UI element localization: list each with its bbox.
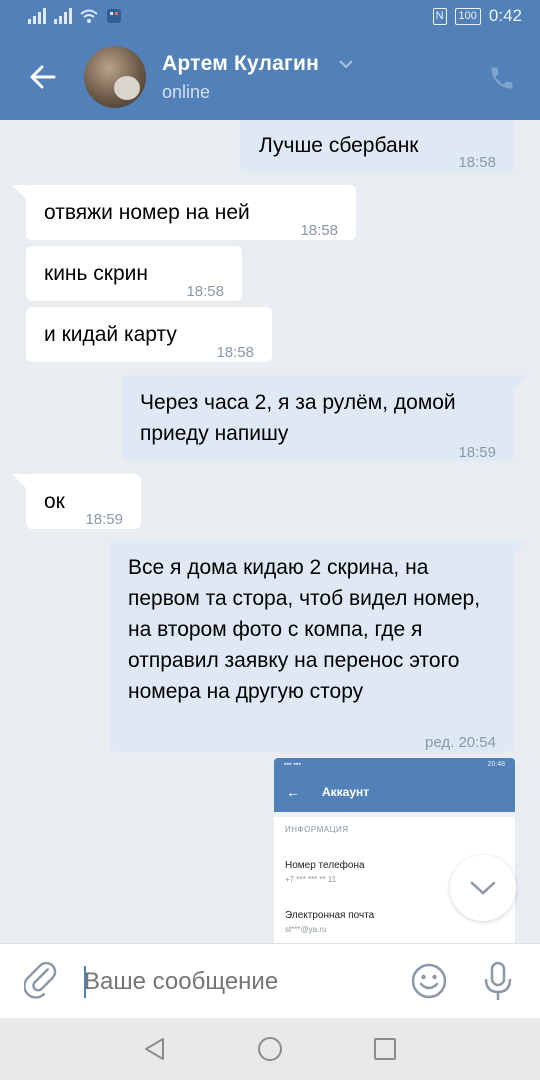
preview-title: Аккаунт (322, 785, 370, 799)
message-time: 18:58 (458, 154, 496, 171)
message-time: ред. 20:54 (425, 734, 496, 751)
status-bar: N 100 0:42 (0, 0, 540, 36)
message-time: 18:59 (458, 444, 496, 461)
message-text: Через часа 2, я за рулём, домой приеду н… (140, 391, 456, 445)
preview-section-heading: ИНФОРМАЦИЯ (285, 825, 349, 834)
system-navigation-bar (0, 1018, 540, 1080)
message-bubble[interactable]: Через часа 2, я за рулём, домой приеду н… (122, 375, 528, 461)
message-bubble[interactable]: ок 18:59 (12, 474, 141, 529)
message-composer (0, 943, 540, 1018)
preview-statusbar: ▪▪▪ ▪▪▪ 20:48 (274, 758, 515, 772)
app-notification-icon (107, 9, 121, 23)
back-arrow-icon[interactable] (28, 62, 58, 92)
message-bubble[interactable]: кинь скрин 18:58 (26, 246, 242, 301)
preview-time: 20:48 (487, 761, 505, 768)
message-time: 18:59 (85, 511, 123, 528)
paperclip-icon[interactable] (24, 962, 60, 1002)
avatar[interactable] (84, 46, 146, 108)
message-input[interactable] (84, 962, 384, 1002)
nfc-icon: N (432, 7, 447, 25)
message-bubble[interactable]: Лучше сбербанк 18:58 (240, 120, 514, 173)
clock: 0:42 (488, 6, 522, 25)
scroll-down-icon (470, 881, 496, 895)
scroll-down-button[interactable] (450, 855, 516, 921)
nav-back-icon[interactable] (142, 1036, 168, 1062)
message-text: кинь скрин (44, 262, 148, 285)
preview-back-icon: ← (286, 784, 300, 800)
message-text: и кидай карту (44, 323, 177, 346)
nav-home-icon[interactable] (257, 1036, 283, 1062)
wifi-icon (80, 9, 98, 23)
message-time: 18:58 (300, 222, 338, 239)
mic-icon[interactable] (482, 960, 514, 1002)
status-right: N 100 0:42 (432, 6, 522, 26)
signal-indicators (28, 8, 122, 24)
contact-name[interactable]: Артем Кулагин (162, 52, 319, 76)
preview-signal: ▪▪▪ ▪▪▪ (284, 761, 301, 768)
contact-status: online (162, 82, 211, 102)
chevron-down-icon[interactable] (338, 58, 354, 70)
message-time: 18:58 (216, 344, 254, 361)
message-text: Все я дома кидаю 2 скрина, на первом та … (128, 556, 481, 703)
message-time: 18:58 (186, 283, 224, 300)
message-text: отвяжи номер на ней (44, 201, 250, 224)
message-bubble[interactable]: Все я дома кидаю 2 скрина, на первом та … (110, 540, 528, 752)
preview-toolbar: ← Аккаунт (274, 772, 515, 812)
message-list[interactable]: Лучше сбербанк 18:58 отвяжи номер на ней… (0, 120, 540, 943)
signal-icon-2 (54, 8, 72, 24)
battery-indicator: 100 (454, 7, 481, 25)
phone-icon[interactable] (488, 64, 516, 92)
smile-icon[interactable] (410, 962, 448, 1000)
preview-email-value: st***@ya.ru (285, 925, 327, 934)
chat-header: N 100 0:42 Артем Кулагин online (0, 0, 540, 120)
message-bubble[interactable]: отвяжи номер на ней 18:58 (12, 185, 356, 240)
message-text: Лучше сбербанк (259, 134, 419, 157)
message-bubble[interactable]: и кидай карту 18:58 (26, 307, 272, 362)
nav-recent-icon[interactable] (373, 1037, 397, 1061)
signal-icon (28, 8, 46, 24)
message-text: ок (44, 490, 65, 513)
